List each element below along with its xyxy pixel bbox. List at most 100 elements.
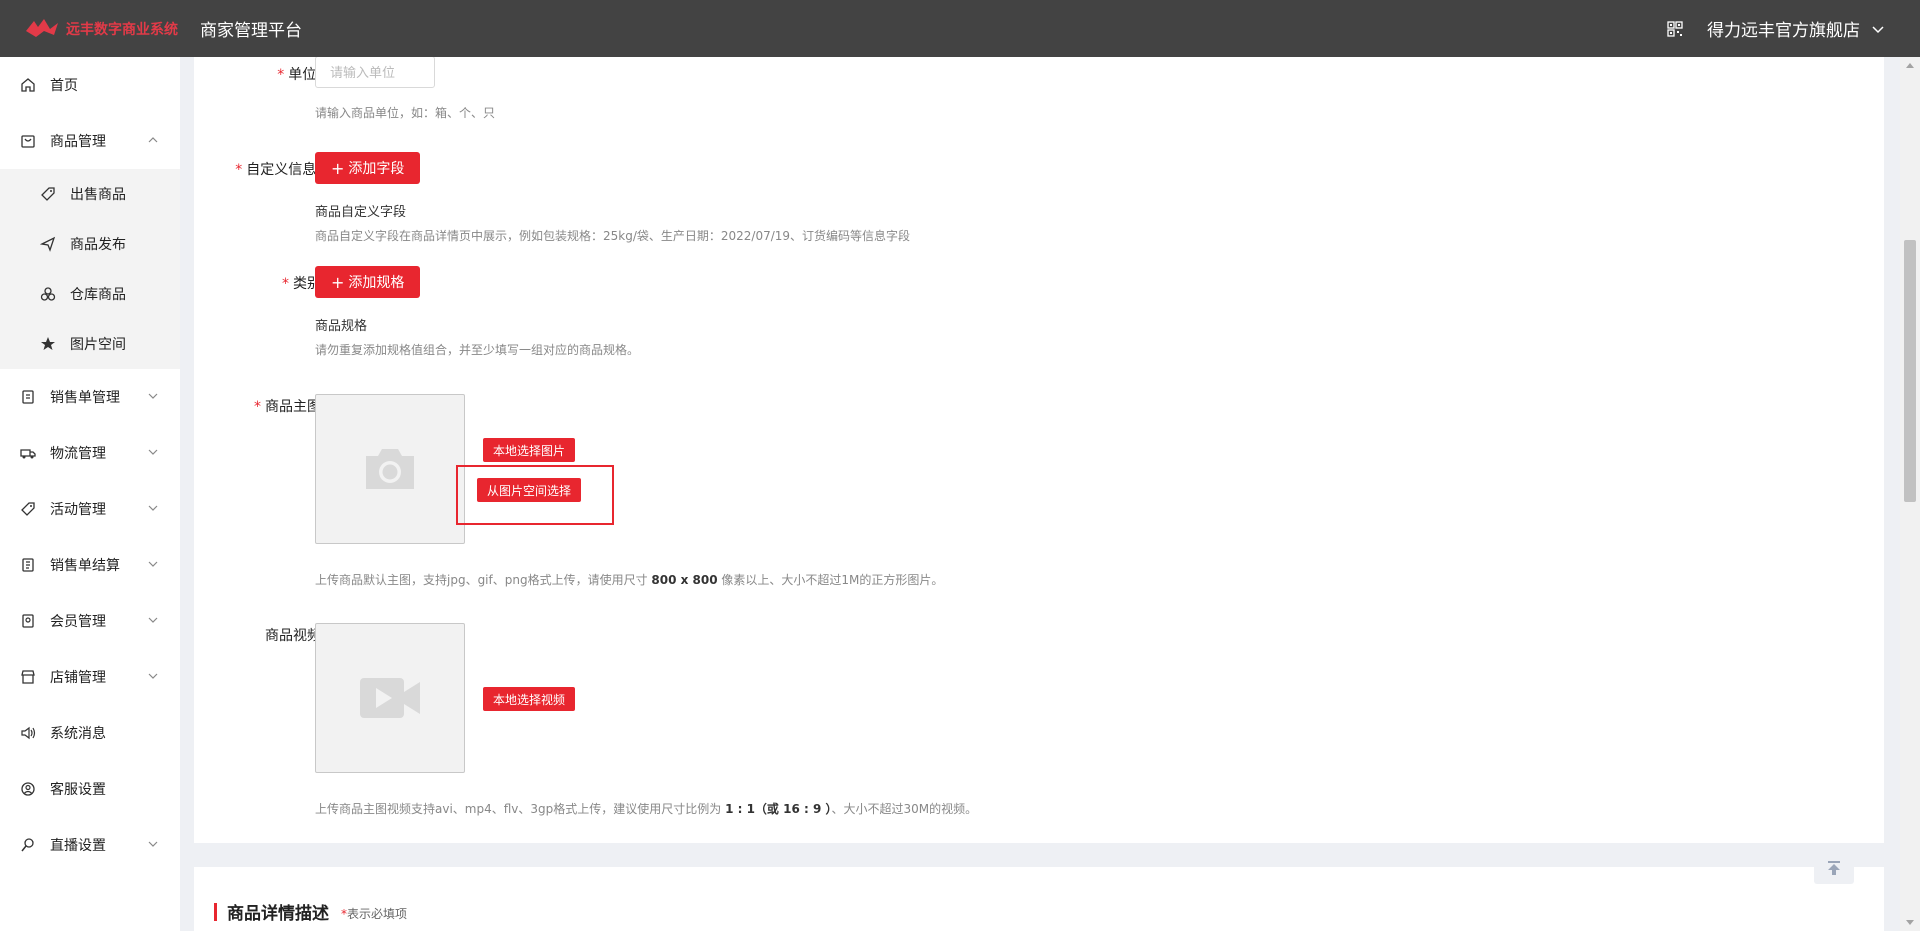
send-icon (40, 236, 56, 252)
chevron-down-icon (148, 673, 158, 679)
sidebar-item-label: 店铺管理 (50, 670, 106, 686)
video-camera-icon (360, 678, 420, 718)
chevron-down-icon (148, 841, 158, 847)
local-image-button[interactable]: 本地选择图片 (483, 438, 576, 462)
sidebar-item-label: 销售单管理 (50, 390, 120, 406)
spec-subtitle: 商品规格 (315, 319, 368, 334)
sidebar-item-service[interactable]: 客服设置 (0, 761, 180, 817)
main-content: *单位: 请输入商品单位，如：箱、个、只 *自定义信息: +添加字段 商品自定义… (180, 57, 1900, 931)
video-label: 商品视频 (265, 628, 321, 644)
sidebar-item-store[interactable]: 店铺管理 (0, 649, 180, 705)
sidebar-item-label: 销售单结算 (50, 558, 120, 574)
settle-icon (22, 558, 34, 572)
truck-icon (20, 449, 36, 459)
camera-icon (366, 449, 414, 489)
plus-icon: + (331, 158, 345, 178)
sidebar-item-home[interactable]: 首页 (0, 57, 180, 113)
sidebar-item-label: 仓库商品 (70, 287, 126, 303)
sidebar-item-label: 客服设置 (50, 782, 106, 798)
star-icon (41, 337, 55, 350)
qrcode-icon[interactable] (1667, 20, 1683, 37)
custom-field-subtitle: 商品自定义字段 (315, 205, 407, 220)
sidebar-subitem-publish[interactable]: 商品发布 (0, 219, 180, 269)
sidebar-subitem-image-space[interactable]: 图片空间 (0, 319, 180, 369)
add-spec-button-label: 添加规格 (348, 275, 405, 291)
sidebar: 首页 商品管理 出售商品 商品发布 仓库商品 图片空间 销售单管理 物流管理 活… (0, 57, 180, 931)
chevron-down-icon (148, 561, 158, 567)
add-field-button[interactable]: + 添加字段 (315, 152, 421, 184)
detail-title: 商品详情描述 (227, 904, 329, 924)
category-label: * 类别 (282, 276, 321, 292)
sidebar-item-label: 系统消息 (50, 726, 106, 742)
arrow-up-icon (1828, 861, 1840, 875)
sidebar-subitem-warehouse[interactable]: 仓库商品 (0, 269, 180, 319)
title-accent-bar (214, 902, 217, 921)
logo-text: 远丰数字商业系统 (66, 21, 178, 38)
video-hint: 上传商品主图视频支持avi、mp4、flv、3gp格式上传，建议使用尺寸比例为 … (315, 802, 978, 816)
add-spec-button[interactable]: + 添加规格 (315, 266, 421, 298)
scroll-up-arrow-icon[interactable] (1906, 63, 1914, 68)
chevron-down-icon (148, 393, 158, 399)
chevron-up-icon (148, 137, 158, 143)
tag-icon (21, 502, 35, 516)
chevron-down-icon (148, 449, 158, 455)
sidebar-item-members[interactable]: 会员管理 (0, 593, 180, 649)
custom-field-hint: 商品自定义字段在商品详情页中展示，例如包装规格：25kg/袋、生产日期：2022… (315, 229, 911, 243)
sidebar-item-label: 直播设置 (50, 838, 106, 854)
sidebar-item-goods[interactable]: 商品管理 (0, 113, 180, 169)
chevron-down-icon (148, 617, 158, 623)
service-icon (21, 782, 35, 796)
chevron-down-icon[interactable] (1872, 23, 1884, 35)
store-name-dropdown[interactable]: 得力远丰官方旗舰店 (1707, 16, 1860, 41)
back-to-top-button[interactable] (1814, 852, 1854, 884)
required-note: *表示必填项 (341, 906, 408, 921)
scroll-down-arrow-icon[interactable] (1906, 920, 1914, 925)
platform-title: 商家管理平台 (200, 21, 302, 41)
store-icon (21, 670, 35, 684)
chevron-down-icon (148, 505, 158, 511)
page-scrollbar[interactable] (1900, 57, 1920, 931)
sidebar-item-orders[interactable]: 销售单管理 (0, 369, 180, 425)
order-icon (22, 390, 34, 404)
member-icon (22, 614, 34, 628)
sidebar-item-label: 商品发布 (70, 237, 126, 253)
video-upload[interactable] (315, 623, 465, 773)
detail-section-title: 商品详情描述 *表示必填项 (214, 899, 407, 924)
speaker-icon (21, 726, 36, 740)
logo[interactable]: 远丰数字商业系统 (0, 17, 180, 41)
sidebar-item-settlement[interactable]: 销售单结算 (0, 537, 180, 593)
sidebar-item-label: 会员管理 (50, 614, 106, 630)
sidebar-item-label: 活动管理 (50, 502, 106, 518)
main-image-label: * 商品主图 (254, 399, 321, 415)
goods-submenu: 出售商品 商品发布 仓库商品 图片空间 (0, 169, 180, 369)
sidebar-item-live[interactable]: 直播设置 (0, 817, 180, 873)
sidebar-item-label: 物流管理 (50, 446, 106, 462)
unit-input[interactable] (315, 57, 435, 88)
main-image-hint: 上传商品默认主图，支持jpg、gif、png格式上传，请使用尺寸 800 x 8… (315, 573, 944, 587)
goods-form-card: *单位: 请输入商品单位，如：箱、个、只 *自定义信息: +添加字段 商品自定义… (194, 57, 1884, 843)
image-space-button[interactable]: 从图片空间选择 (477, 478, 582, 502)
sidebar-subitem-selling[interactable]: 出售商品 (0, 169, 180, 219)
spec-hint: 请勿重复添加规格值组合，并至少填写一组对应的商品规格。 (315, 343, 640, 357)
unit-hint: 请输入商品单位，如：箱、个、只 (315, 106, 496, 120)
warehouse-icon (40, 287, 56, 301)
plus-icon: + (331, 272, 345, 292)
tag-icon (41, 187, 55, 201)
sidebar-item-logistics[interactable]: 物流管理 (0, 425, 180, 481)
main-image-upload[interactable] (315, 394, 465, 544)
home-icon (21, 78, 35, 92)
scroll-thumb[interactable] (1904, 240, 1916, 502)
sidebar-item-label: 出售商品 (70, 187, 126, 203)
sidebar-item-label: 商品管理 (50, 134, 106, 150)
local-video-button[interactable]: 本地选择视频 (483, 687, 576, 711)
live-icon (21, 838, 34, 852)
sidebar-item-label: 首页 (50, 78, 78, 94)
unit-label: * 单位: (277, 67, 321, 83)
sidebar-item-label: 图片空间 (70, 337, 126, 353)
sidebar-item-activities[interactable]: 活动管理 (0, 481, 180, 537)
topbar-right: 得力远丰官方旗舰店 (1667, 0, 1884, 57)
custom-info-label: * 自定义信息: (235, 162, 321, 178)
top-bar: 远丰数字商业系统 商家管理平台 得力远丰官方旗舰店 (0, 0, 1920, 57)
goods-icon (21, 135, 35, 148)
sidebar-item-messages[interactable]: 系统消息 (0, 705, 180, 761)
